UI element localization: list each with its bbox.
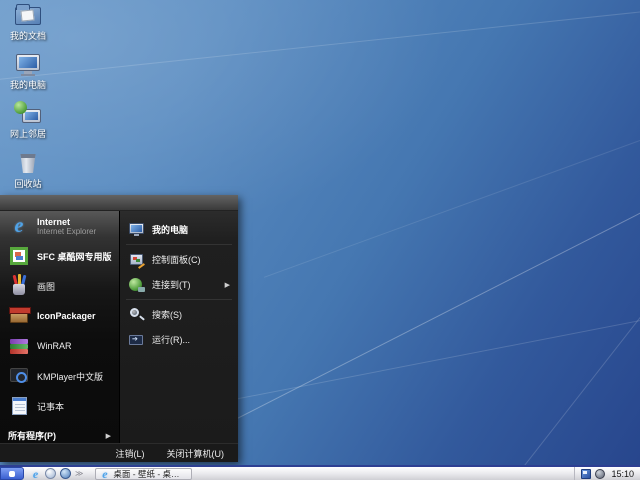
desktop-icon-recycle-bin[interactable]: 回收站: [0, 151, 56, 189]
menu-item-label: WinRAR: [37, 341, 72, 351]
logout-button[interactable]: 注销(L): [116, 447, 145, 460]
desktop-icon-label: 我的电脑: [0, 80, 56, 90]
desktop-icon-my-documents[interactable]: 我的文档: [0, 3, 56, 41]
recycle-bin-icon: [14, 151, 42, 177]
menu-item-label: KMPlayer中文版: [37, 370, 103, 383]
desktop-icon-my-computer[interactable]: 我的电脑: [0, 52, 56, 90]
menu-item-label: 我的电脑: [152, 223, 188, 236]
start-menu-bottom-bar: 注销(L) 关闭计算机(U): [0, 443, 238, 462]
tray-volume-icon[interactable]: [595, 469, 605, 479]
my-computer-small-icon: [128, 221, 145, 238]
paint-icon: [8, 275, 30, 297]
menu-item-label: SFC 桌酷网专用版: [37, 250, 112, 263]
menu-separator: [126, 244, 232, 245]
run-icon: [128, 331, 145, 348]
wallpaper-line: [173, 6, 640, 452]
winrar-icon: [8, 335, 30, 357]
menu-item-iconpackager[interactable]: IconPackager: [0, 301, 119, 331]
desktop-icon-label: 网上邻居: [0, 129, 56, 139]
search-icon: [128, 306, 145, 323]
start-menu: e Internet Internet Explorer SFC 桌酷网专用版 …: [0, 195, 238, 462]
kmplayer-icon: [8, 365, 30, 387]
quicklaunch-media-player-icon[interactable]: [45, 468, 56, 479]
menu-item-connect-to[interactable]: 连接到(T) ▶: [120, 272, 238, 297]
taskbar: e ≫ e 桌面 - 壁纸 - 桌酷壁... 15:10: [0, 465, 640, 480]
menu-item-subtitle: Internet Explorer: [37, 227, 96, 236]
menu-item-title: Internet: [37, 217, 96, 227]
taskbar-clock: 15:10: [609, 469, 634, 479]
quicklaunch-ie-icon[interactable]: e: [30, 468, 41, 479]
menu-item-label: 连接到(T): [152, 278, 191, 291]
menu-item-label: 画图: [37, 280, 55, 293]
menu-item-search[interactable]: 搜索(S): [120, 302, 238, 327]
my-documents-icon: [14, 3, 42, 29]
menu-item-internet[interactable]: e Internet Internet Explorer: [0, 211, 119, 241]
menu-item-label: IconPackager: [37, 311, 96, 321]
desktop-icon-label: 回收站: [0, 179, 56, 189]
desktop: 我的文档 我的电脑 网上邻居 回收站 e Internet Interne: [0, 0, 640, 480]
quicklaunch-expand-chevron[interactable]: ≫: [75, 469, 83, 478]
window-ie-icon: e: [100, 468, 109, 479]
internet-explorer-icon: e: [8, 215, 30, 237]
start-menu-right-column: 我的电脑 控制面板(C) 连接到(T) ▶ 搜索(S): [119, 211, 238, 443]
menu-item-run[interactable]: 运行(R)...: [120, 327, 238, 352]
shutdown-button[interactable]: 关闭计算机(U): [167, 447, 225, 460]
menu-item-label: 运行(R)...: [152, 333, 190, 346]
wallpaper-line: [414, 54, 640, 480]
menu-item-label: 搜索(S): [152, 308, 182, 321]
desktop-icon-label: 我的文档: [0, 31, 56, 41]
menu-item-winrar[interactable]: WinRAR: [0, 331, 119, 361]
menu-item-notepad[interactable]: 记事本: [0, 391, 119, 421]
control-panel-icon: [128, 251, 145, 268]
taskbar-window-button[interactable]: e 桌面 - 壁纸 - 桌酷壁...: [95, 468, 192, 480]
menu-item-kmplayer[interactable]: KMPlayer中文版: [0, 361, 119, 391]
system-tray: 15:10: [574, 467, 640, 480]
start-button-icon: [9, 471, 15, 477]
wallpaper-line: [0, 0, 640, 94]
my-computer-icon: [14, 52, 42, 78]
connect-to-icon: [128, 276, 145, 293]
wallpaper-line: [264, 3, 640, 278]
submenu-arrow-icon: ▶: [106, 432, 115, 440]
submenu-arrow-icon: ▶: [225, 281, 234, 289]
menu-separator: [126, 299, 232, 300]
desktop-icon-network-places[interactable]: 网上邻居: [0, 101, 56, 139]
taskbar-window-title: 桌面 - 壁纸 - 桌酷壁...: [113, 468, 187, 480]
start-button[interactable]: [0, 467, 24, 480]
sfc-app-icon: [8, 245, 30, 267]
menu-item-my-computer[interactable]: 我的电脑: [120, 217, 238, 242]
menu-item-paint[interactable]: 画图: [0, 271, 119, 301]
menu-item-label: 控制面板(C): [152, 253, 201, 266]
start-menu-left-column: e Internet Internet Explorer SFC 桌酷网专用版 …: [0, 211, 119, 443]
network-places-icon: [14, 101, 42, 127]
menu-item-sfc[interactable]: SFC 桌酷网专用版: [0, 241, 119, 271]
tray-network-icon[interactable]: [581, 469, 591, 479]
notepad-icon: [8, 395, 30, 417]
all-programs-label: 所有程序(P): [8, 429, 56, 442]
menu-item-control-panel[interactable]: 控制面板(C): [120, 247, 238, 272]
iconpackager-icon: [8, 305, 30, 327]
quick-launch: e ≫: [26, 468, 87, 479]
start-menu-header: [0, 195, 238, 211]
quicklaunch-browser-icon[interactable]: [60, 468, 71, 479]
menu-item-label: 记事本: [37, 400, 64, 413]
